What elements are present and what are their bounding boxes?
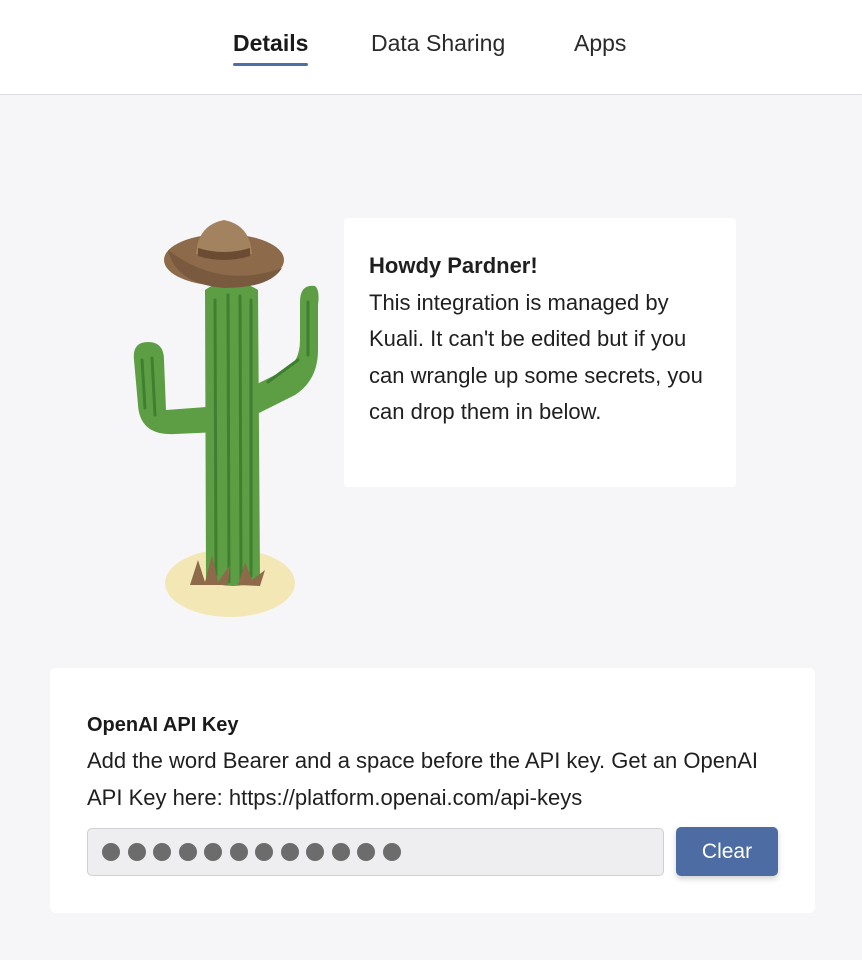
top-nav: Details Data Sharing Apps — [0, 0, 862, 95]
mask-dot — [127, 843, 146, 861]
cactus-with-cowboy-hat-icon — [120, 210, 330, 625]
masked-value — [102, 843, 401, 861]
clear-button[interactable]: Clear — [676, 827, 778, 876]
mask-dot — [382, 843, 401, 861]
tab-apps-label: Apps — [574, 30, 627, 56]
api-key-description: Add the word Bearer and a space before t… — [87, 748, 759, 810]
mask-dot — [280, 843, 299, 861]
api-key-label: OpenAI API Key — [87, 714, 239, 736]
mask-dot — [255, 843, 273, 861]
mask-dot — [204, 843, 222, 861]
mask-dot — [229, 843, 248, 861]
tab-details[interactable]: Details — [233, 30, 309, 66]
tab-details-label: Details — [233, 30, 309, 56]
mask-dot — [178, 843, 197, 861]
mask-dot — [102, 843, 120, 861]
tab-data-sharing-label: Data Sharing — [371, 30, 506, 56]
tab-data-sharing[interactable]: Data Sharing — [371, 30, 505, 57]
mask-dot — [331, 843, 350, 861]
mask-dot — [153, 843, 171, 861]
api-key-input[interactable] — [87, 828, 664, 876]
mask-dot — [306, 843, 324, 861]
mask-dot — [357, 843, 375, 861]
message-title: Howdy Pardner! — [369, 253, 538, 278]
active-tab-indicator — [233, 63, 309, 66]
api-key-card: OpenAI API Key Add the word Bearer and a… — [50, 668, 815, 913]
howdy-message: Howdy Pardner! This integration is manag… — [344, 218, 736, 487]
message-body: This integration is managed by Kuali. It… — [369, 289, 703, 425]
tab-apps[interactable]: Apps — [574, 30, 626, 57]
